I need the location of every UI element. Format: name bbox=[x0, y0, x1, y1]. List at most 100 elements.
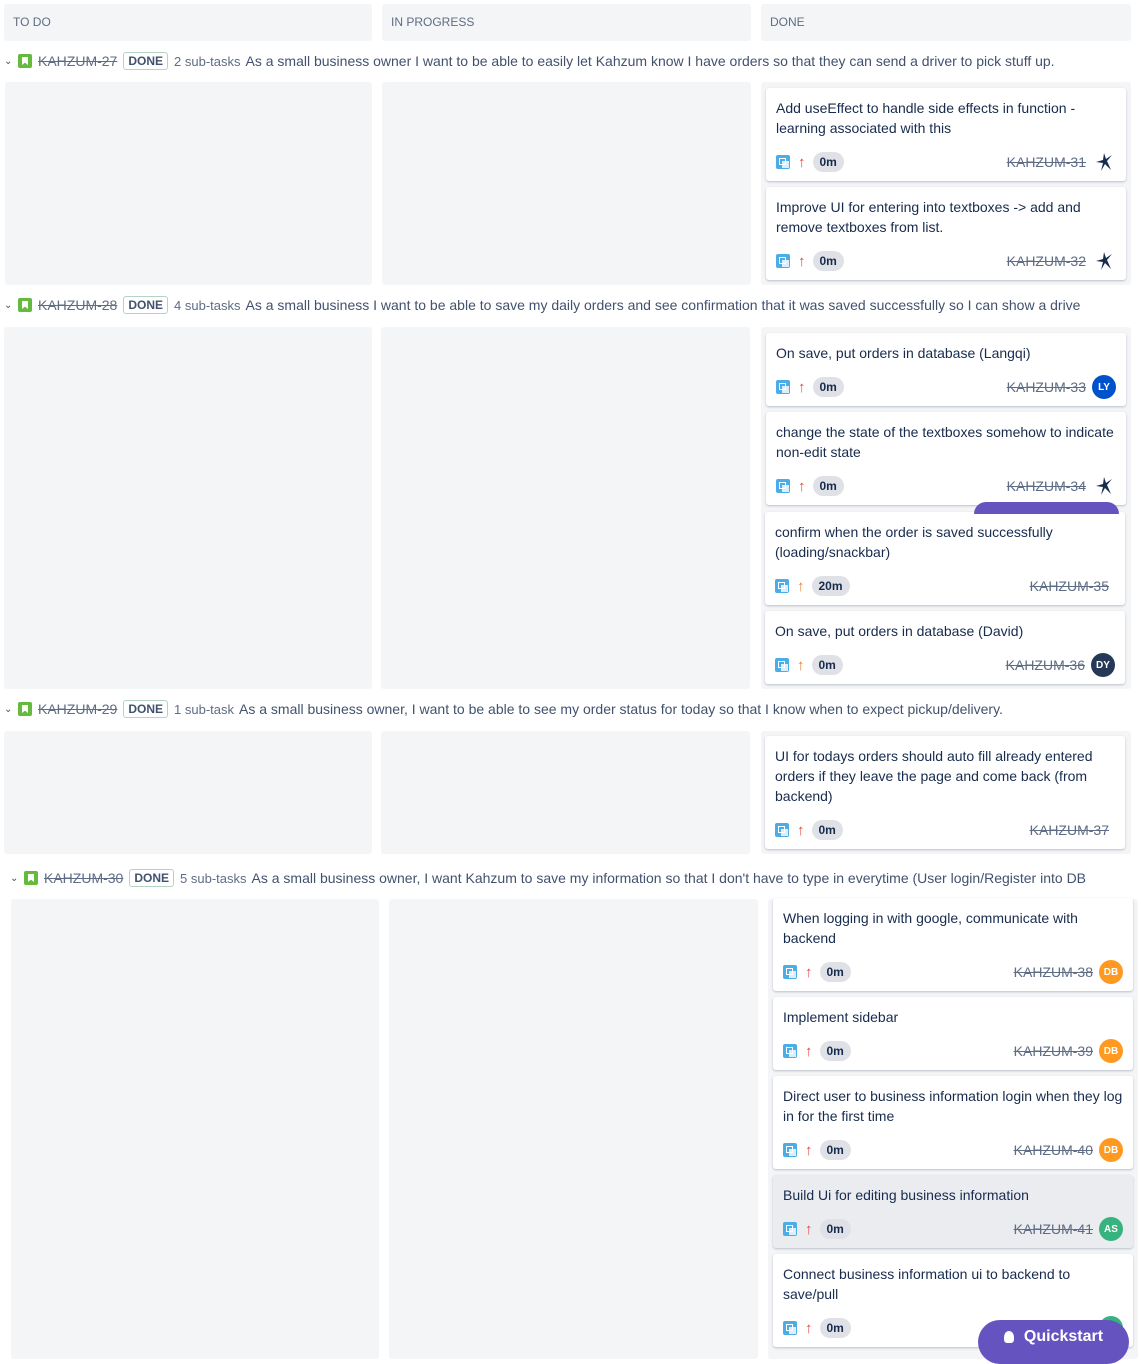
subtask-icon bbox=[783, 1222, 797, 1236]
subtask-card[interactable]: confirm when the order is saved successf… bbox=[765, 512, 1125, 605]
subtask-icon bbox=[783, 1143, 797, 1157]
subtask-card[interactable]: Build Ui for editing business informatio… bbox=[773, 1175, 1133, 1248]
swimlane-header[interactable]: ⌄ KAHZUM-28 DONE 4 sub-tasks As a small … bbox=[0, 292, 1141, 318]
subtask-icon bbox=[775, 579, 789, 593]
arrow-up-icon: ↑ bbox=[798, 153, 806, 171]
subtask-card[interactable]: Direct user to business information logi… bbox=[773, 1076, 1133, 1169]
card-footer: ↑ 0m KAHZUM-36 DY bbox=[775, 653, 1115, 677]
card-key[interactable]: KAHZUM-34 bbox=[1007, 478, 1086, 494]
story-key[interactable]: KAHZUM-27 bbox=[38, 53, 117, 69]
quickstart-button[interactable]: Quickstart bbox=[978, 1320, 1129, 1364]
arrow-up-icon: ↑ bbox=[805, 1042, 813, 1060]
subtask-card[interactable]: When logging in with google, communicate… bbox=[773, 898, 1133, 991]
chevron-down-icon[interactable]: ⌄ bbox=[4, 704, 14, 715]
subtask-icon bbox=[783, 1321, 797, 1335]
avatar[interactable]: DB bbox=[1099, 1138, 1123, 1162]
swimlane-header[interactable]: ⌄ KAHZUM-29 DONE 1 sub-task As a small b… bbox=[0, 696, 1141, 722]
card-footer: ↑ 0m KAHZUM-31 bbox=[776, 150, 1116, 174]
subtask-card[interactable]: Implement sidebar ↑ 0m KAHZUM-39 DB bbox=[773, 997, 1133, 1070]
subtask-count: 5 sub-tasks bbox=[180, 870, 247, 886]
arrow-up-icon: ↑ bbox=[797, 821, 805, 839]
subtask-card[interactable]: change the state of the textboxes someho… bbox=[766, 412, 1126, 505]
card-title: Add useEffect to handle side effects in … bbox=[776, 100, 1076, 136]
card-title: When logging in with google, communicate… bbox=[783, 910, 1078, 946]
card-key[interactable]: KAHZUM-36 bbox=[1006, 657, 1085, 673]
estimate-badge: 0m bbox=[812, 251, 844, 271]
column-header-todo: TO DO bbox=[4, 4, 372, 41]
subtask-icon bbox=[776, 479, 790, 493]
arrow-up-icon: ↑ bbox=[805, 963, 813, 981]
card-footer: ↑ 0m KAHZUM-40 DB bbox=[783, 1138, 1123, 1162]
subtask-icon bbox=[775, 658, 789, 672]
subtask-icon bbox=[776, 380, 790, 394]
lane-todo bbox=[4, 327, 372, 689]
card-footer: ↑ 20m KAHZUM-35 bbox=[775, 575, 1115, 597]
swimlane-header[interactable]: ⌄ KAHZUM-27 DONE 2 sub-tasks As a small … bbox=[0, 48, 1141, 74]
story-summary: As a small business owner, I want Kahzum… bbox=[251, 870, 1087, 886]
subtask-card[interactable]: Improve UI for entering into textboxes -… bbox=[766, 187, 1126, 280]
estimate-badge: 0m bbox=[819, 962, 851, 982]
lane-in-progress bbox=[381, 731, 750, 854]
story-key[interactable]: KAHZUM-28 bbox=[38, 297, 117, 313]
chevron-down-icon[interactable]: ⌄ bbox=[4, 56, 14, 67]
card-title: UI for todays orders should auto fill al… bbox=[775, 748, 1093, 804]
card-footer: ↑ 0m KAHZUM-39 DB bbox=[783, 1039, 1123, 1063]
estimate-badge: 20m bbox=[811, 576, 850, 596]
status-badge: DONE bbox=[123, 700, 169, 718]
column-header-done: DONE bbox=[761, 4, 1131, 41]
estimate-badge: 0m bbox=[811, 820, 843, 840]
card-title: Build Ui for editing business informatio… bbox=[783, 1187, 1029, 1203]
figure-avatar-icon[interactable] bbox=[1092, 249, 1116, 273]
card-title: On save, put orders in database (Langqi) bbox=[776, 345, 1031, 361]
subtask-card[interactable]: On save, put orders in database (Langqi)… bbox=[766, 333, 1126, 406]
card-title: Direct user to business information logi… bbox=[783, 1088, 1123, 1124]
story-key[interactable]: KAHZUM-29 bbox=[38, 701, 117, 717]
subtask-card[interactable]: UI for todays orders should auto fill al… bbox=[765, 736, 1125, 849]
card-key[interactable]: KAHZUM-37 bbox=[1030, 822, 1109, 838]
arrow-up-icon: ↑ bbox=[797, 656, 805, 674]
card-key[interactable]: KAHZUM-31 bbox=[1007, 154, 1086, 170]
quickstart-peek bbox=[974, 502, 1119, 514]
avatar[interactable]: LY bbox=[1092, 375, 1116, 399]
avatar[interactable]: AS bbox=[1099, 1217, 1123, 1241]
chevron-down-icon[interactable]: ⌄ bbox=[4, 300, 14, 311]
arrow-up-icon: ↑ bbox=[805, 1319, 813, 1337]
card-key[interactable]: KAHZUM-38 bbox=[1014, 964, 1093, 980]
card-key[interactable]: KAHZUM-33 bbox=[1007, 379, 1086, 395]
story-summary: As a small business owner I want to be a… bbox=[245, 53, 1055, 69]
estimate-badge: 0m bbox=[812, 476, 844, 496]
chevron-down-icon[interactable]: ⌄ bbox=[10, 873, 20, 884]
arrow-up-icon: ↑ bbox=[805, 1141, 813, 1159]
estimate-badge: 0m bbox=[811, 655, 843, 675]
card-title: On save, put orders in database (David) bbox=[775, 623, 1024, 639]
card-key[interactable]: KAHZUM-32 bbox=[1007, 253, 1086, 269]
swimlane-header[interactable]: ⌄ KAHZUM-30 DONE 5 sub-tasks As a small … bbox=[0, 865, 1141, 891]
card-footer: ↑ 0m KAHZUM-33 LY bbox=[776, 375, 1116, 399]
story-key[interactable]: KAHZUM-30 bbox=[44, 870, 123, 886]
story-icon bbox=[18, 54, 32, 68]
avatar[interactable]: DB bbox=[1099, 1039, 1123, 1063]
lane-in-progress bbox=[382, 82, 751, 285]
subtask-icon bbox=[776, 254, 790, 268]
lane-in-progress bbox=[381, 327, 750, 689]
story-summary: As a small business I want to be able to… bbox=[245, 297, 1081, 313]
arrow-up-icon: ↑ bbox=[798, 378, 806, 396]
card-key[interactable]: KAHZUM-35 bbox=[1030, 578, 1109, 594]
figure-avatar-icon[interactable] bbox=[1092, 150, 1116, 174]
avatar[interactable]: DY bbox=[1091, 653, 1115, 677]
estimate-badge: 0m bbox=[812, 152, 844, 172]
subtask-card[interactable]: Add useEffect to handle side effects in … bbox=[766, 88, 1126, 181]
story-summary: As a small business owner, I want to be … bbox=[239, 701, 1003, 717]
card-footer: ↑ 0m KAHZUM-34 bbox=[776, 474, 1116, 498]
subtask-card[interactable]: On save, put orders in database (David) ↑… bbox=[765, 611, 1125, 684]
subtask-icon bbox=[776, 155, 790, 169]
arrow-up-icon: ↑ bbox=[797, 577, 805, 595]
avatar[interactable]: DB bbox=[1099, 960, 1123, 984]
figure-avatar-icon[interactable] bbox=[1092, 474, 1116, 498]
status-badge: DONE bbox=[129, 869, 175, 887]
card-key[interactable]: KAHZUM-41 bbox=[1014, 1221, 1093, 1237]
card-key[interactable]: KAHZUM-40 bbox=[1014, 1142, 1093, 1158]
status-badge: DONE bbox=[123, 52, 169, 70]
card-footer: ↑ 0m KAHZUM-41 AS bbox=[783, 1217, 1123, 1241]
card-key[interactable]: KAHZUM-39 bbox=[1014, 1043, 1093, 1059]
